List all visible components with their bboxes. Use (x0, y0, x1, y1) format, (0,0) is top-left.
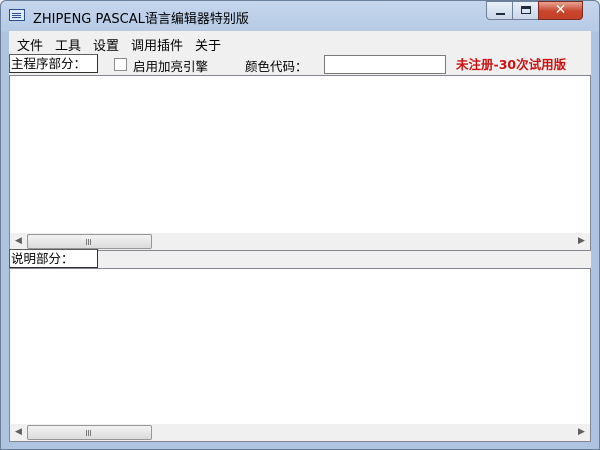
title-bar[interactable]: ZHIPENG PASCAL语言编辑器特别版 ✕ (1, 1, 599, 31)
desc-editor-hscrollbar[interactable]: ◀ ▶ (10, 424, 590, 441)
menu-settings[interactable]: 设置 (93, 35, 119, 54)
main-section-label: 主程序部分： (9, 54, 98, 73)
app-icon[interactable] (9, 9, 25, 21)
color-code-input[interactable] (324, 55, 446, 74)
color-code-label: 颜色代码： (245, 59, 308, 74)
main-editor-hscrollbar[interactable]: ◀ ▶ (10, 233, 590, 250)
description-editor[interactable]: ◀ ▶ (9, 268, 591, 442)
scroll-left-icon[interactable]: ◀ (10, 424, 27, 441)
maximize-icon (521, 6, 531, 14)
grip-icon (86, 239, 87, 245)
highlight-checkbox[interactable] (114, 58, 127, 71)
scroll-thumb[interactable] (27, 234, 152, 249)
minimize-icon (496, 13, 505, 15)
grip-icon (86, 430, 87, 436)
scroll-thumb[interactable] (27, 425, 152, 440)
highlight-checkbox-label[interactable]: 启用加亮引擎 (133, 56, 208, 75)
menu-file[interactable]: 文件 (17, 35, 43, 54)
client-area: 文件 工具 设置 调用插件 关于 主程序部分： 启用加亮引擎 颜色代码： 未注册… (9, 31, 591, 442)
app-window: ZHIPENG PASCAL语言编辑器特别版 ✕ 文件 工具 设置 调用插件 关… (0, 0, 600, 450)
minimize-button[interactable] (486, 1, 513, 20)
description-section-label: 说明部分： (9, 249, 98, 268)
registration-notice: 未注册-30次试用版 (456, 57, 567, 72)
scroll-right-icon[interactable]: ▶ (573, 424, 590, 441)
main-program-editor[interactable]: ◀ ▶ (9, 75, 591, 251)
scroll-right-icon[interactable]: ▶ (573, 233, 590, 250)
menu-plugins[interactable]: 调用插件 (131, 35, 183, 54)
scroll-left-icon[interactable]: ◀ (10, 233, 27, 250)
menu-bar: 文件 工具 设置 调用插件 关于 (9, 31, 591, 54)
menu-about[interactable]: 关于 (195, 35, 221, 54)
close-button[interactable]: ✕ (538, 1, 583, 20)
window-title: ZHIPENG PASCAL语言编辑器特别版 (33, 12, 249, 27)
menu-tools[interactable]: 工具 (55, 35, 81, 54)
close-icon: ✕ (554, 2, 567, 18)
maximize-button[interactable] (512, 1, 539, 20)
